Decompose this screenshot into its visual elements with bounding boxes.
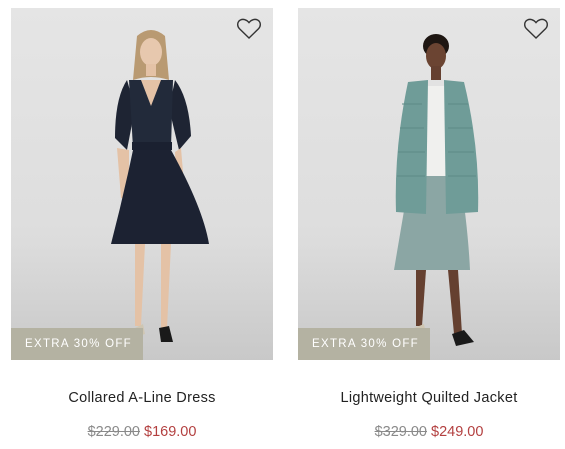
- product-card[interactable]: EXTRA 30% OFF Lightweight Quilted Jacket…: [298, 8, 560, 440]
- original-price: $229.00: [87, 424, 140, 440]
- sale-price: $249.00: [431, 424, 484, 440]
- original-price: $329.00: [374, 424, 427, 440]
- product-image-dress[interactable]: EXTRA 30% OFF: [11, 8, 273, 360]
- wishlist-button[interactable]: [522, 16, 550, 42]
- model-in-navy-dress: [111, 30, 209, 342]
- heart-outline-icon: [237, 18, 261, 39]
- sale-price: $169.00: [144, 424, 197, 440]
- product-name[interactable]: Lightweight Quilted Jacket: [298, 390, 560, 406]
- heart-outline-icon: [524, 18, 548, 39]
- model-in-quilted-jacket: [394, 34, 479, 346]
- promo-badge: EXTRA 30% OFF: [11, 328, 143, 360]
- wishlist-button[interactable]: [235, 16, 263, 42]
- product-name[interactable]: Collared A-Line Dress: [11, 390, 273, 406]
- product-image-jacket[interactable]: EXTRA 30% OFF: [298, 8, 560, 360]
- product-card[interactable]: EXTRA 30% OFF Collared A-Line Dress $229…: [11, 8, 273, 440]
- promo-badge: EXTRA 30% OFF: [298, 328, 430, 360]
- product-price: $229.00 $169.00: [11, 424, 273, 440]
- product-price: $329.00 $249.00: [298, 424, 560, 440]
